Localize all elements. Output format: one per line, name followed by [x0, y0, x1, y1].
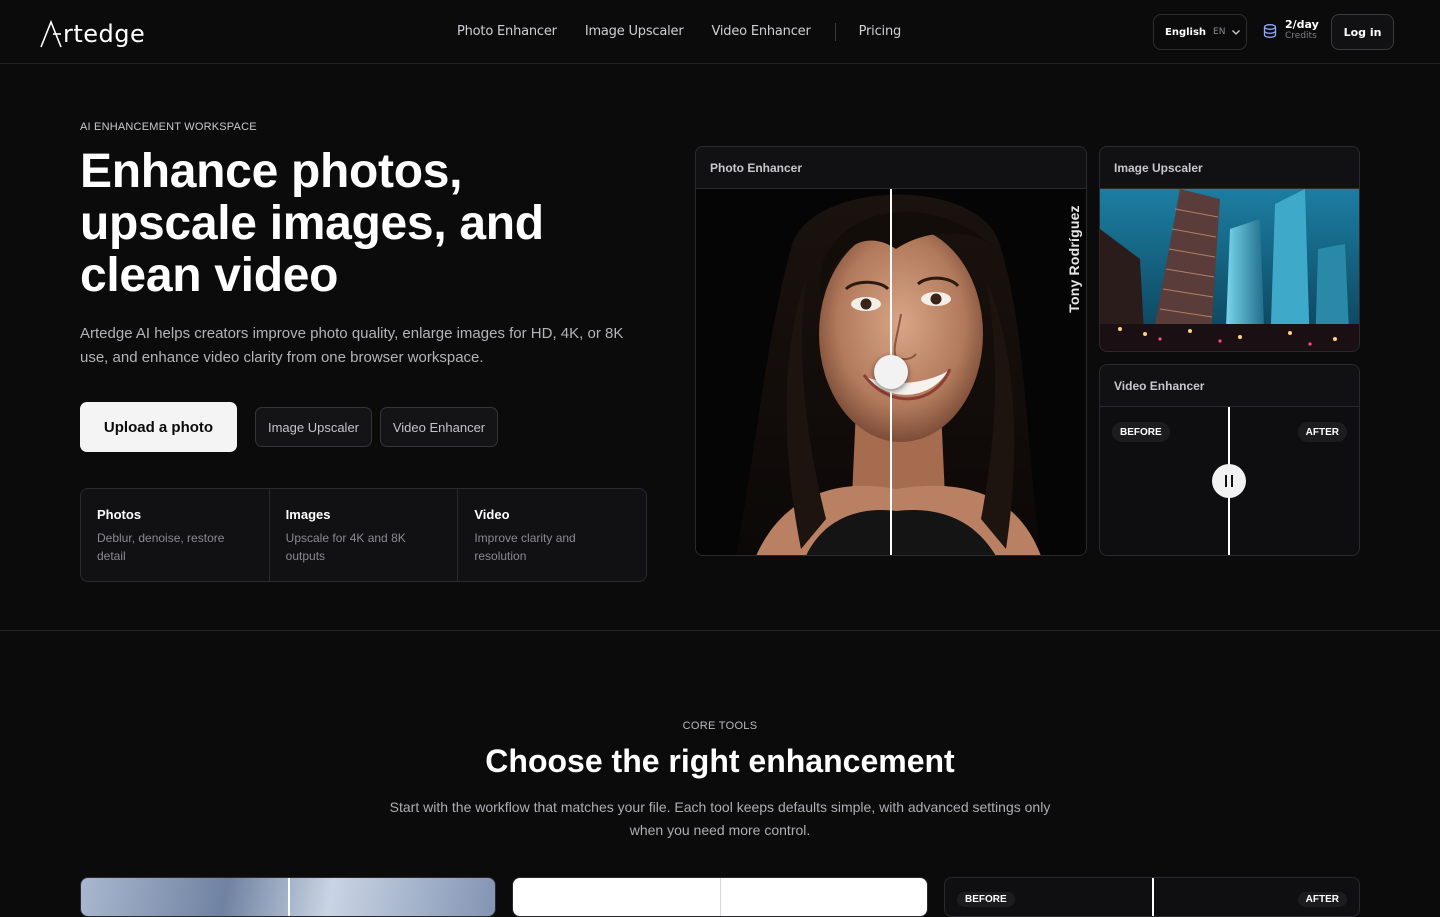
credits-label: Credits [1285, 31, 1317, 41]
nav-image-upscaler[interactable]: Image Upscaler [585, 24, 684, 39]
before-label: BEFORE [1112, 422, 1170, 442]
video-enhancer-button[interactable]: Video Enhancer [380, 407, 498, 447]
language-selector[interactable]: English EN [1153, 14, 1247, 50]
feature-photos: Photos Deblur, denoise, restore detail [81, 489, 270, 581]
compare-slider-handle[interactable] [874, 355, 908, 389]
credits-indicator: 2/day Credits [1263, 19, 1319, 42]
image-upscaler-preview[interactable]: Image Upscaler [1099, 146, 1360, 352]
core-tools-eyebrow: CORE TOOLS [682, 720, 758, 732]
logo-text: rtedge [63, 20, 146, 48]
tool-card-photo[interactable] [80, 877, 496, 917]
hero-description: Artedge AI helps creators improve photo … [80, 325, 624, 366]
feature-title: Images [285, 507, 331, 522]
core-tools-description: Start with the workflow that matches you… [389, 799, 1051, 838]
card-title: Video Enhancer [1100, 365, 1359, 407]
artedge-logo[interactable]: rtedge [40, 14, 145, 48]
logo-a-icon [40, 20, 62, 48]
nav-video-enhancer[interactable]: Video Enhancer [711, 24, 810, 39]
coins-icon [1263, 23, 1277, 38]
upload-photo-button[interactable]: Upload a photo [80, 402, 237, 452]
feature-summary: Photos Deblur, denoise, restore detail I… [80, 488, 647, 582]
login-button[interactable]: Log in [1331, 14, 1394, 50]
compare-divider [288, 878, 290, 916]
image-upscaler-button[interactable]: Image Upscaler [255, 407, 372, 447]
feature-desc: Improve clarity and resolution [474, 531, 576, 563]
tool-card-image[interactable] [512, 877, 928, 917]
hero-title: Enhance photos, upscale images, and clea… [80, 145, 544, 302]
video-enhancer-preview[interactable]: Video Enhancer BEFORE AFTER [1099, 364, 1360, 556]
feature-title: Video [474, 507, 510, 522]
nav-separator [834, 22, 836, 41]
nav-pricing[interactable]: Pricing [859, 24, 902, 39]
after-label: AFTER [1297, 422, 1347, 442]
credits-amount: 2/day [1285, 18, 1319, 31]
feature-video: Video Improve clarity and resolution [458, 489, 646, 581]
language-code: EN [1213, 27, 1226, 37]
main-nav: Photo Enhancer Image Upscaler Video Enha… [457, 0, 929, 63]
signature-text: Tony Rodríguez [1066, 205, 1082, 313]
nav-photo-enhancer[interactable]: Photo Enhancer [457, 24, 557, 39]
photo-enhancer-preview[interactable]: Photo Enhancer Tony Rodríguez [695, 146, 1087, 556]
pause-icon [1223, 475, 1235, 487]
top-header: rtedge Photo Enhancer Image Upscaler Vid… [0, 0, 1440, 64]
feature-desc: Deblur, denoise, restore detail [97, 531, 225, 563]
card-title: Image Upscaler [1100, 147, 1359, 189]
card-title: Photo Enhancer [696, 147, 1086, 189]
compare-divider [1152, 878, 1154, 916]
photo-signature: Tony Rodríguez [1064, 201, 1084, 317]
chevron-down-icon [1232, 30, 1241, 35]
language-label: English [1165, 26, 1207, 38]
core-tools-title: Choose the right enhancement [485, 743, 955, 779]
feature-desc: Upscale for 4K and 8K outputs [285, 531, 406, 563]
compare-divider [720, 878, 721, 916]
city-skyline-image [1100, 189, 1359, 351]
before-after-video[interactable]: BEFORE AFTER [1100, 407, 1359, 555]
feature-images: Images Upscale for 4K and 8K outputs [270, 489, 459, 581]
section-divider [0, 630, 1440, 631]
feature-title: Photos [97, 507, 142, 522]
pause-button[interactable] [1212, 464, 1246, 498]
hero-eyebrow: AI ENHANCEMENT WORKSPACE [80, 121, 257, 133]
before-after-photo[interactable]: Tony Rodríguez [696, 189, 1086, 555]
tool-card-video[interactable]: BEFORE AFTER [944, 877, 1360, 917]
